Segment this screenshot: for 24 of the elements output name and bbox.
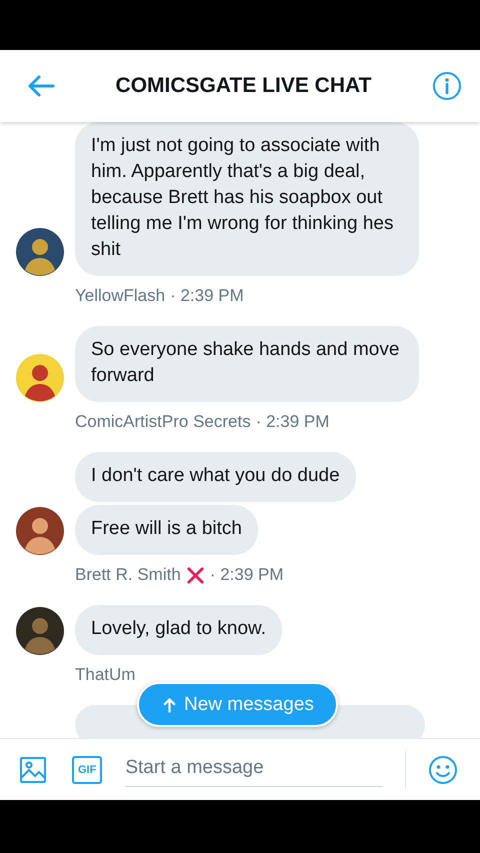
- message-time: · 2:39 PM: [210, 565, 284, 585]
- message-composer[interactable]: GIF Start a message: [0, 738, 480, 800]
- avatar[interactable]: [16, 228, 64, 276]
- message-bubble: Free will is a bitch: [75, 505, 258, 555]
- message-time: · 2:39 PM: [170, 286, 244, 306]
- sender-name: Brett R. Smith: [75, 565, 181, 585]
- new-messages-button[interactable]: New messages: [137, 682, 338, 727]
- message-bubble: Lovely, glad to know.: [75, 605, 282, 655]
- message-time: · 2:39 PM: [256, 412, 330, 432]
- sender-name: YellowFlash: [75, 286, 166, 306]
- up-arrow-icon: [163, 696, 176, 712]
- info-icon[interactable]: [432, 71, 462, 101]
- message-bubble: I'm just not going to associate with him. Apparently that's a big deal, because Brett has his soapbox out telling me I'm wrong for thinking hes shit: [75, 122, 419, 276]
- sender-name: ComicArtistPro Secrets: [75, 412, 251, 432]
- message-bubble: I don't care what you do dude: [75, 452, 356, 502]
- avatar[interactable]: [16, 607, 64, 655]
- back-arrow-icon[interactable]: [27, 74, 55, 98]
- message-bubble: So everyone shake hands and move forward: [75, 326, 419, 402]
- sender-name: ThatUm: [75, 665, 136, 685]
- emoji-icon[interactable]: [428, 754, 458, 784]
- chat-title: COMICSGATE LIVE CHAT: [114, 74, 372, 98]
- image-icon[interactable]: [19, 756, 47, 784]
- gif-button[interactable]: GIF: [72, 756, 102, 784]
- avatar[interactable]: [16, 507, 64, 555]
